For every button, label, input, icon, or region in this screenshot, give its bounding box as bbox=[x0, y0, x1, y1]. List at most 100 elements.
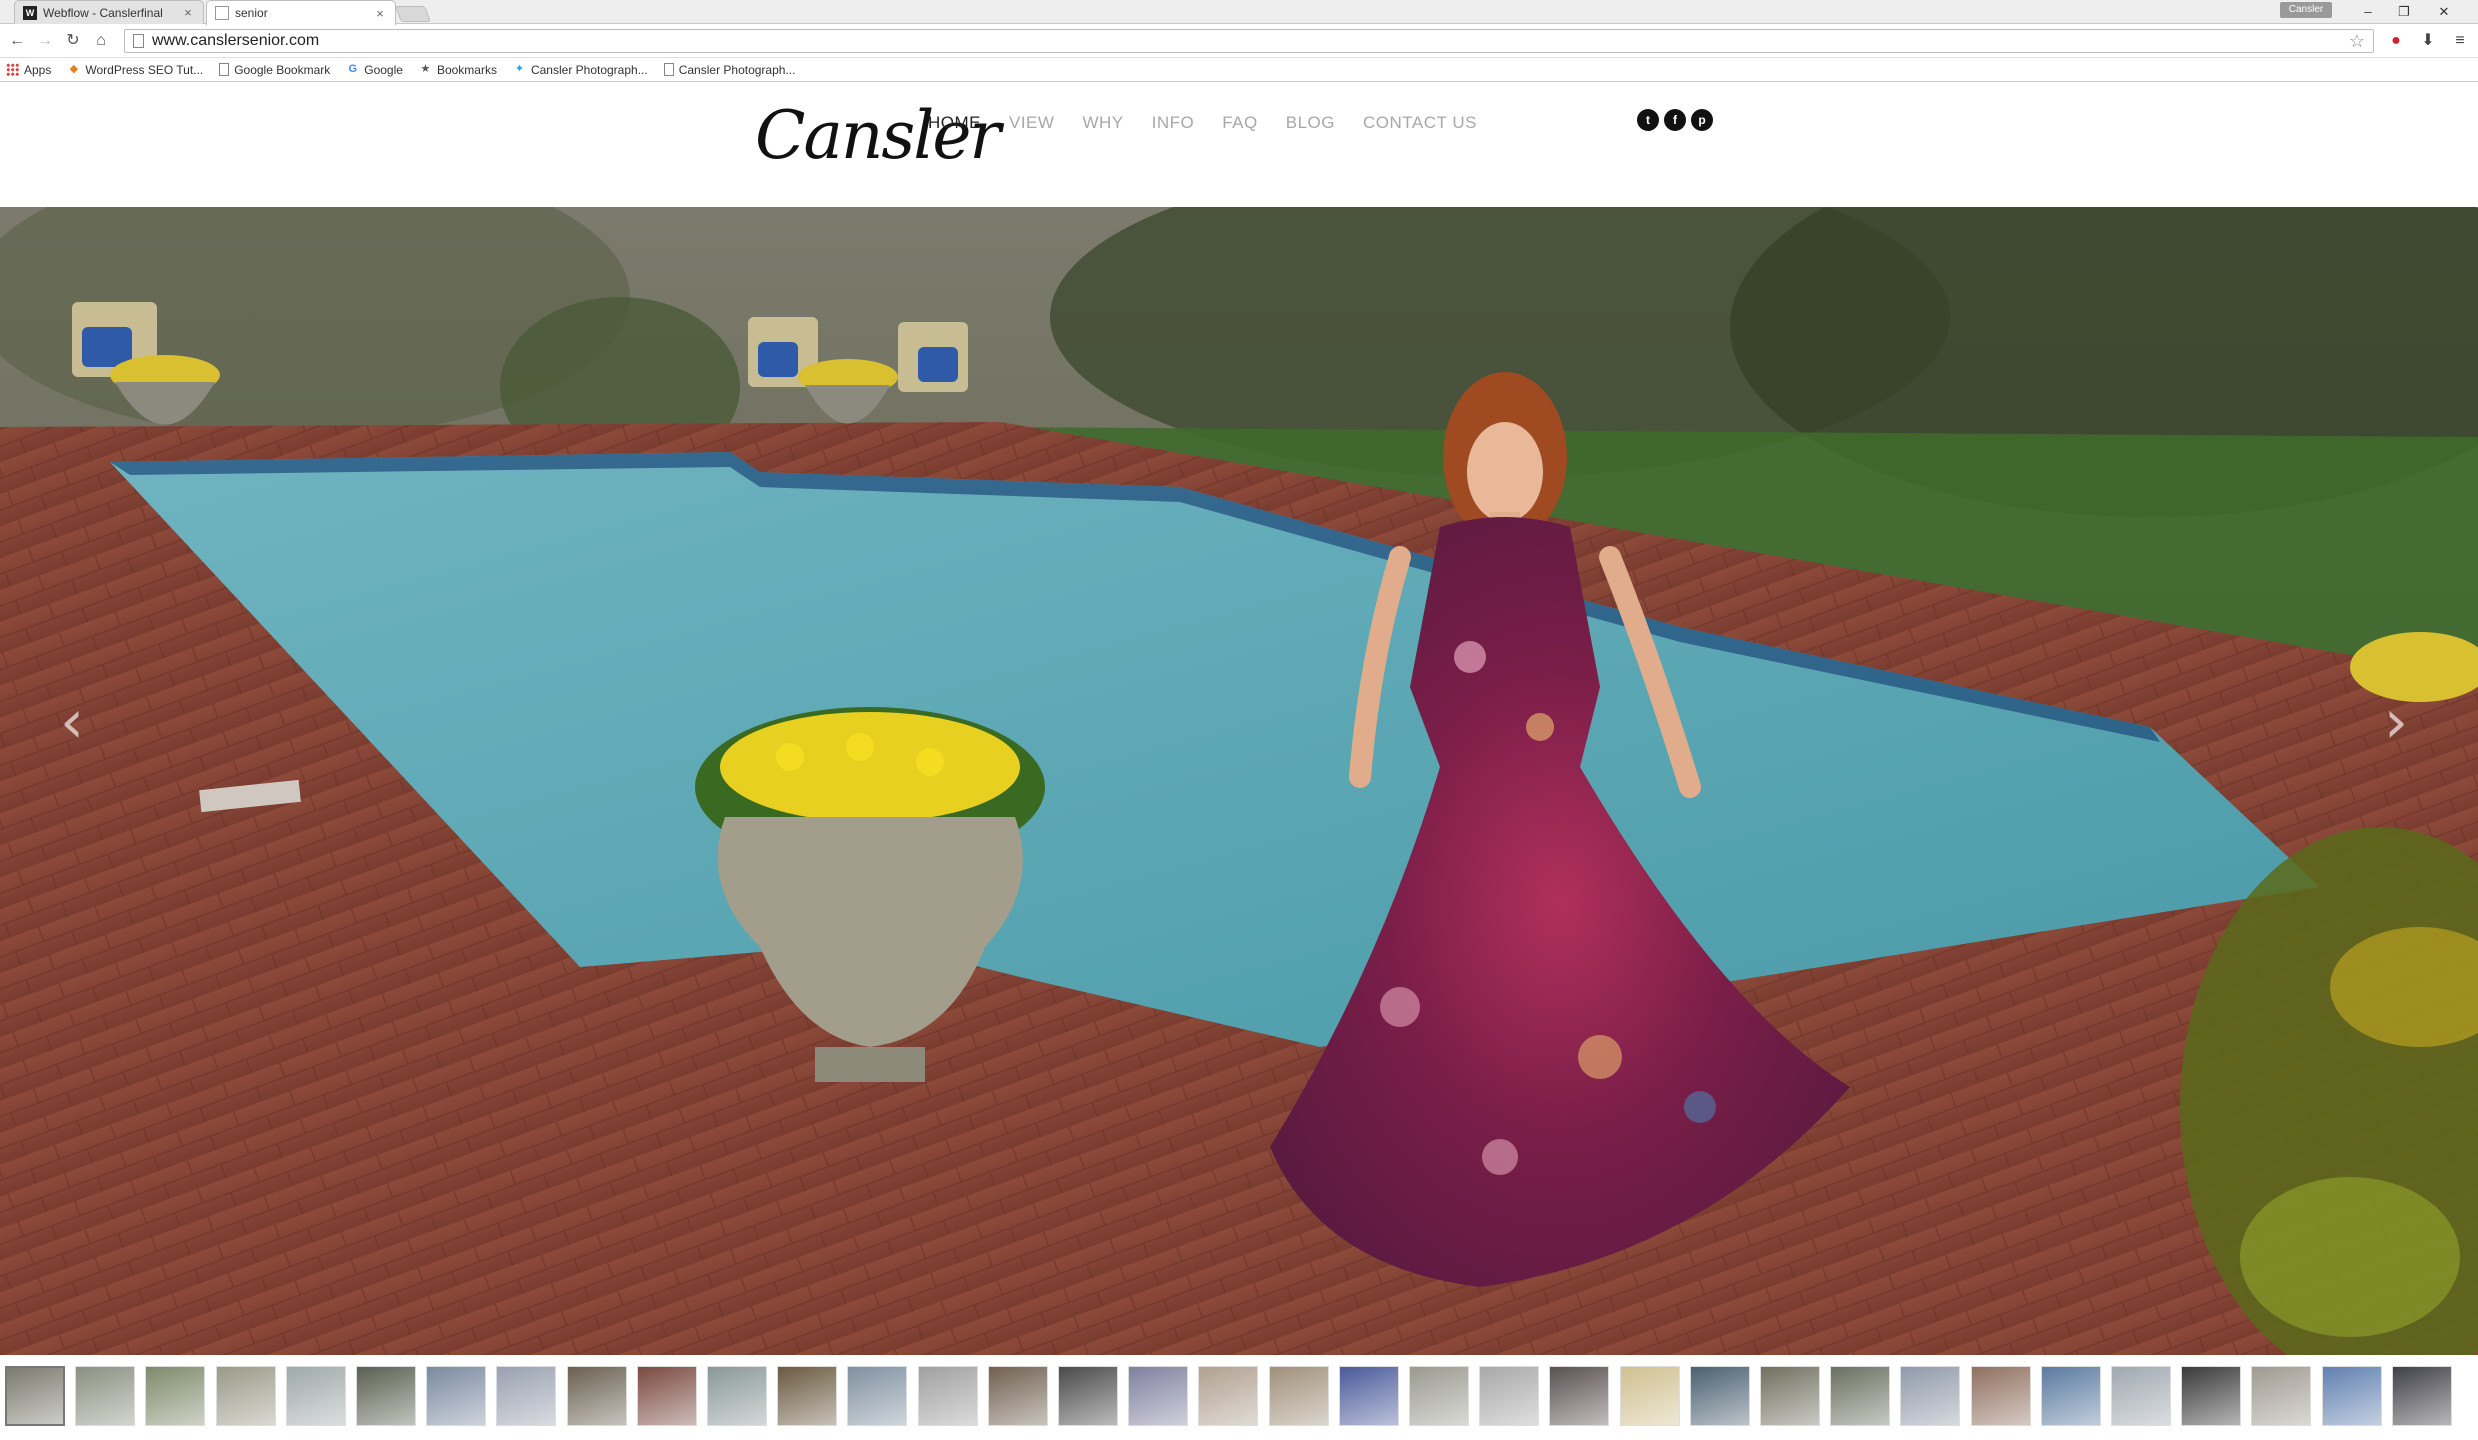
bookmark-label: WordPress SEO Tut... bbox=[85, 62, 204, 77]
download-icon[interactable]: ⬇ bbox=[2416, 30, 2440, 52]
bookmark-apps[interactable]: Apps bbox=[6, 63, 51, 77]
thumbnail-22[interactable] bbox=[1479, 1366, 1539, 1426]
bookmark-label: Google Bookmark bbox=[234, 62, 331, 77]
thumbnail-33[interactable] bbox=[2251, 1366, 2311, 1426]
bookmark-bookmarks[interactable]: ★ Bookmarks bbox=[419, 63, 497, 77]
minimize-icon[interactable]: – bbox=[2350, 0, 2386, 24]
thumbnail-25[interactable] bbox=[1690, 1366, 1750, 1426]
browser-tab-senior[interactable]: senior × bbox=[206, 0, 396, 25]
bookmark-star-icon[interactable]: ☆ bbox=[2349, 31, 2365, 52]
thumbnail-8[interactable] bbox=[496, 1366, 556, 1426]
tab-close-icon[interactable]: × bbox=[373, 6, 387, 21]
thumbnail-7[interactable] bbox=[426, 1366, 486, 1426]
thumbnail-15[interactable] bbox=[988, 1366, 1048, 1426]
thumbnail-16[interactable] bbox=[1058, 1366, 1118, 1426]
pinterest-extension-icon[interactable]: ● bbox=[2384, 30, 2408, 52]
new-tab-button[interactable] bbox=[395, 6, 431, 22]
thumbnail-23[interactable] bbox=[1549, 1366, 1609, 1426]
browser-tab-webflow[interactable]: W Webflow - Canslerfinal × bbox=[14, 0, 204, 24]
tab-title: Webflow - Canslerfinal bbox=[43, 5, 163, 20]
thumbnail-27[interactable] bbox=[1830, 1366, 1890, 1426]
hero-slideshow: ‹ › bbox=[0, 207, 2478, 1355]
home-icon[interactable]: ⌂ bbox=[90, 30, 112, 52]
tab-close-icon[interactable]: × bbox=[181, 5, 195, 20]
slideshow-next-arrow-icon[interactable]: › bbox=[2384, 687, 2408, 757]
restore-icon[interactable]: ❐ bbox=[2386, 0, 2422, 24]
bookmark-cansler-twitter[interactable]: ✦ Cansler Photograph... bbox=[513, 63, 648, 77]
bookmark-label: Bookmarks bbox=[436, 62, 497, 77]
bookmark-cansler-page[interactable]: Cansler Photograph... bbox=[663, 62, 796, 77]
thumbnail-26[interactable] bbox=[1760, 1366, 1820, 1426]
thumbnail-29[interactable] bbox=[1971, 1366, 2031, 1426]
facebook-icon[interactable]: f bbox=[1664, 109, 1686, 131]
forward-arrow-icon[interactable]: → bbox=[34, 30, 56, 52]
thumbnail-11[interactable] bbox=[707, 1366, 767, 1426]
page-icon bbox=[663, 63, 674, 76]
nav-faq[interactable]: FAQ bbox=[1222, 113, 1258, 133]
bookmark-label: Cansler Photograph... bbox=[678, 62, 796, 77]
bookmark-favicon-icon: ◆ bbox=[69, 63, 79, 75]
thumbnail-10[interactable] bbox=[637, 1366, 697, 1426]
thumbnail-31[interactable] bbox=[2111, 1366, 2171, 1426]
twitter-icon: ✦ bbox=[514, 63, 525, 75]
nav-why[interactable]: WHY bbox=[1082, 113, 1123, 133]
social-links: t f p bbox=[1637, 109, 1718, 131]
nav-info[interactable]: INFO bbox=[1152, 113, 1195, 133]
thumbnail-19[interactable] bbox=[1269, 1366, 1329, 1426]
thumbnail-3[interactable] bbox=[145, 1366, 205, 1426]
thumbnail-20[interactable] bbox=[1339, 1366, 1399, 1426]
thumbnail-28[interactable] bbox=[1900, 1366, 1960, 1426]
menu-icon[interactable]: ≡ bbox=[2448, 30, 2472, 52]
browser-tabstrip: W Webflow - Canslerfinal × senior × Cans… bbox=[0, 0, 2478, 25]
bookmark-google[interactable]: G Google bbox=[346, 62, 403, 77]
back-arrow-icon[interactable]: ← bbox=[6, 30, 28, 52]
bookmarks-bar: Apps ◆ WordPress SEO Tut... Google Bookm… bbox=[0, 58, 2478, 82]
nav-view[interactable]: VIEW bbox=[1009, 113, 1054, 133]
page-icon bbox=[133, 34, 144, 48]
google-icon: G bbox=[348, 63, 358, 75]
close-window-icon[interactable]: ✕ bbox=[2426, 0, 2462, 24]
thumbnail-34[interactable] bbox=[2322, 1366, 2382, 1426]
reload-icon[interactable]: ↻ bbox=[62, 30, 84, 52]
thumbnail-18[interactable] bbox=[1198, 1366, 1258, 1426]
thumbnail-9[interactable] bbox=[567, 1366, 627, 1426]
thumbnail-32[interactable] bbox=[2181, 1366, 2241, 1426]
apps-grid-icon bbox=[6, 63, 19, 76]
thumbnail-5[interactable] bbox=[286, 1366, 346, 1426]
nav-home[interactable]: HOME bbox=[928, 113, 981, 133]
nav-blog[interactable]: BLOG bbox=[1286, 113, 1335, 133]
site-logo[interactable]: Cansler bbox=[755, 97, 1001, 174]
page-icon bbox=[219, 63, 230, 76]
profile-badge[interactable]: Cansler bbox=[2280, 2, 2332, 18]
thumbnail-6[interactable] bbox=[356, 1366, 416, 1426]
thumbnail-14[interactable] bbox=[918, 1366, 978, 1426]
main-nav: HOME VIEW WHY INFO FAQ BLOG CONTACT US bbox=[928, 113, 1505, 133]
nav-contact-us[interactable]: CONTACT US bbox=[1363, 113, 1477, 133]
bookmark-google-bookmark[interactable]: Google Bookmark bbox=[219, 63, 330, 77]
thumbnail-strip bbox=[0, 1355, 2478, 1440]
thumbnail-1[interactable] bbox=[5, 1366, 65, 1426]
thumbnail-21[interactable] bbox=[1409, 1366, 1469, 1426]
thumbnail-12[interactable] bbox=[777, 1366, 837, 1426]
slideshow-prev-arrow-icon[interactable]: ‹ bbox=[60, 687, 84, 757]
thumbnail-30[interactable] bbox=[2041, 1366, 2101, 1426]
twitter-icon[interactable]: t bbox=[1637, 109, 1659, 131]
pinterest-icon[interactable]: p bbox=[1691, 109, 1713, 131]
thumbnail-35[interactable] bbox=[2392, 1366, 2452, 1426]
thumbnail-2[interactable] bbox=[75, 1366, 135, 1426]
page-favicon-icon bbox=[215, 6, 229, 20]
tab-title: senior bbox=[235, 6, 268, 20]
thumbnail-4[interactable] bbox=[216, 1366, 276, 1426]
star-icon: ★ bbox=[420, 63, 431, 75]
thumbnail-24[interactable] bbox=[1620, 1366, 1680, 1426]
thumbnail-13[interactable] bbox=[847, 1366, 907, 1426]
hero-photo bbox=[0, 207, 2478, 1355]
bookmark-wordpress-seo[interactable]: ◆ WordPress SEO Tut... bbox=[67, 62, 204, 77]
address-bar[interactable]: www.canslersenior.com ☆ bbox=[124, 29, 2374, 53]
browser-toolbar: ← → ↻ ⌂ www.canslersenior.com ☆ ● ⬇ ≡ bbox=[0, 24, 2478, 58]
site-header: Cansler HOME VIEW WHY INFO FAQ BLOG CONT… bbox=[0, 83, 2478, 207]
bookmark-label: Google bbox=[364, 62, 403, 77]
bookmark-label: Apps bbox=[24, 62, 52, 77]
thumbnail-17[interactable] bbox=[1128, 1366, 1188, 1426]
webflow-favicon-icon: W bbox=[23, 5, 37, 20]
